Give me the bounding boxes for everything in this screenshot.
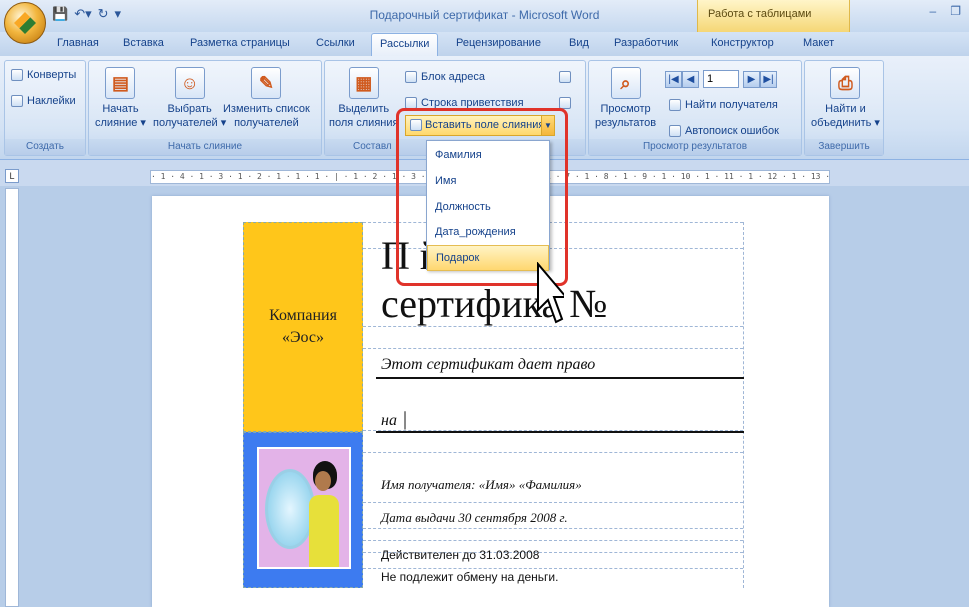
office-logo-icon [14, 12, 36, 34]
issue-date-line: Дата выдачи 30 сентября 2008 г. [381, 510, 568, 525]
record-number-input[interactable]: 1 [703, 70, 739, 88]
envelopes-button[interactable]: Конверты [11, 69, 76, 81]
minimize-button[interactable]: – [930, 4, 937, 18]
gift-underline [376, 431, 744, 433]
table-row-line [363, 452, 743, 453]
word-window: 💾 ↶▾ ↻ ▾ Подарочный сертификат - Microso… [0, 0, 969, 607]
tab-home[interactable]: Главная [57, 37, 99, 49]
magnifier-icon: ⌕ [610, 67, 641, 99]
menu-item-first-name[interactable]: Имя [427, 169, 549, 195]
highlight-fields-button[interactable]: ▦ Выделить поля слияния [329, 67, 398, 130]
group-start-merge-label: Начать слияние [89, 139, 321, 155]
tab-design[interactable]: Конструктор [711, 37, 774, 49]
menu-item-birthdate[interactable]: Дата_рождения [427, 220, 549, 246]
table-row-line [363, 540, 743, 541]
group-finish: ⎙ Найти и объединить ▾ Завершить [804, 60, 884, 156]
tab-developer[interactable]: Разработчик [614, 37, 678, 49]
tab-view[interactable]: Вид [569, 37, 589, 49]
certificate-title-line2: сертифика № [381, 281, 608, 326]
tab-references[interactable]: Ссылки [316, 37, 355, 49]
text-cursor: | [403, 408, 408, 430]
edit-recipient-list-button[interactable]: ✎ Изменить список получателей [223, 67, 310, 130]
company-name: Компания «Эос» [269, 307, 337, 346]
next-record-icon[interactable]: ▶ [743, 70, 760, 88]
record-navigator: |◀ ◀ 1 ▶ ▶| [665, 70, 777, 88]
prev-record-icon[interactable]: ◀ [682, 70, 699, 88]
table-row-line [363, 568, 743, 569]
find-recipient-button[interactable]: Найти получателя [669, 99, 778, 111]
table-border-right [743, 222, 744, 588]
group-start-merge: ▤ Начать слияние ▾ ☺ Выбрать получателей ▾… [88, 60, 322, 156]
company-cell[interactable]: Компания «Эос» [243, 222, 363, 432]
address-block-icon [405, 71, 417, 83]
tab-page-layout[interactable]: Разметка страницы [190, 37, 290, 49]
highlight-fields-icon: ▦ [348, 67, 379, 99]
label-icon [11, 95, 23, 107]
group-create: Конверты Наклейки Создать [4, 60, 86, 156]
recipient-line: Имя получателя: «Имя» «Фамилия» [381, 477, 582, 492]
finish-merge-button[interactable]: ⎙ Найти и объединить ▾ [811, 67, 880, 130]
no-exchange-line: Не подлежит обмену на деньги. [381, 570, 559, 584]
table-row-line [363, 348, 743, 349]
table-row-line [363, 502, 743, 503]
right-underline [376, 377, 744, 379]
find-recipient-icon [669, 99, 681, 111]
rules-button[interactable] [559, 71, 571, 83]
rules-icon [559, 71, 571, 83]
table-row-line [363, 528, 743, 529]
envelope-icon [11, 69, 23, 81]
restore-button[interactable]: ❐ [950, 4, 961, 18]
start-merge-button[interactable]: ▤ Начать слияние ▾ [95, 67, 146, 130]
menu-item-surname[interactable]: Фамилия [427, 143, 549, 169]
tab-insert[interactable]: Вставка [123, 37, 164, 49]
tab-mailings[interactable]: Рассылки [371, 33, 439, 57]
woman-figure [307, 461, 343, 567]
merge-field-icon [410, 119, 422, 131]
office-button[interactable] [4, 2, 46, 44]
edit-list-icon: ✎ [251, 67, 282, 99]
group-create-label: Создать [5, 139, 85, 155]
valid-until-line: Действителен до 31.03.2008 [381, 548, 540, 562]
first-record-icon[interactable]: |◀ [665, 70, 682, 88]
group-finish-label: Завершить [805, 139, 883, 155]
woman-mirror-clipart [257, 447, 351, 569]
check-errors-icon [669, 125, 681, 137]
finish-merge-icon: ⎙ [830, 67, 861, 99]
tab-selector-button[interactable]: L [5, 169, 19, 183]
auto-check-errors-button[interactable]: Автопоиск ошибок [669, 125, 779, 137]
menu-item-position[interactable]: Должность [427, 195, 549, 221]
right-text: Этот сертификат дает право [381, 356, 596, 373]
tab-review[interactable]: Рецензирование [456, 37, 541, 49]
photo-cell[interactable] [243, 432, 363, 588]
select-recipients-button[interactable]: ☺ Выбрать получателей ▾ [153, 67, 226, 130]
table-tools-context-label: Работа с таблицами [697, 0, 850, 32]
ribbon-tabs: Главная Вставка Разметка страницы Ссылки… [0, 32, 969, 57]
group-preview-label: Просмотр результатов [589, 139, 801, 155]
title-bar: 💾 ↶▾ ↻ ▾ Подарочный сертификат - Microso… [0, 0, 969, 44]
tab-layout[interactable]: Макет [803, 37, 834, 49]
window-controls: – ❐ [930, 4, 961, 18]
address-block-button[interactable]: Блок адреса [405, 71, 485, 83]
gift-for-label: на [381, 412, 397, 429]
last-record-icon[interactable]: ▶| [760, 70, 777, 88]
labels-button[interactable]: Наклейки [11, 95, 76, 107]
recipients-icon: ☺ [174, 67, 205, 99]
vertical-ruler[interactable] [5, 188, 19, 607]
preview-results-button[interactable]: ⌕ Просмотр результатов [595, 67, 656, 130]
mouse-pointer-icon [537, 262, 564, 324]
dropdown-arrow-icon[interactable]: ▼ [541, 116, 554, 135]
document-icon: ▤ [105, 67, 136, 99]
group-preview: ⌕ Просмотр результатов |◀ ◀ 1 ▶ ▶| Найти … [588, 60, 802, 156]
menu-item-gift[interactable]: Подарок [427, 245, 549, 271]
insert-merge-field-button[interactable]: Вставить поле слияния ▼ [405, 115, 555, 136]
merge-field-menu: Фамилия Имя Должность Дата_рождения Пода… [426, 140, 550, 271]
